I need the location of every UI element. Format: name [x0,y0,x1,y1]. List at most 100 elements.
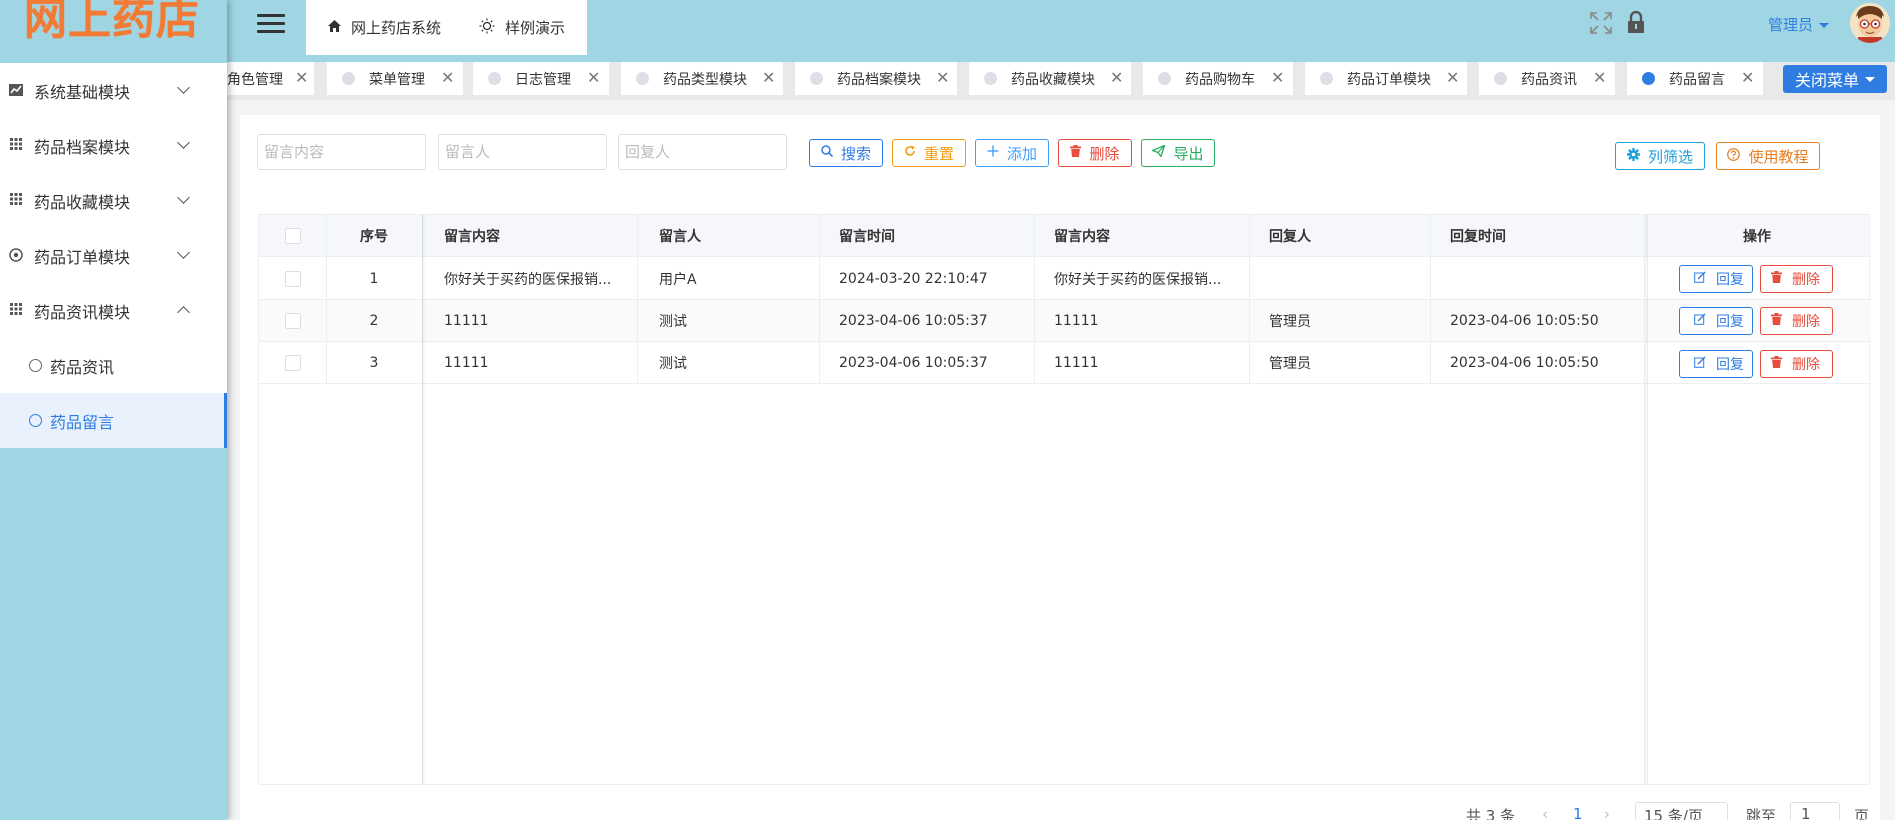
close-icon[interactable]: ✕ [587,68,600,87]
reply-button[interactable]: 回复 [1679,265,1753,293]
logo: 网上药店 [0,0,227,63]
delete-button[interactable]: 删除 [1058,139,1132,167]
sidebar-item-drug-news[interactable]: 药品资讯模块 [0,283,227,338]
fixed-column-shadow [422,215,426,784]
cell-message-time: 2023-04-06 10:05:37 [839,313,988,329]
trash-icon [1771,271,1782,287]
refresh-icon [904,145,916,161]
message-user-input[interactable] [438,134,607,170]
tab-drug-cart[interactable]: 药品购物车 ✕ [1143,62,1293,95]
sidebar-subitem-label: 药品资讯 [50,357,115,377]
sidebar-item-drug-favorites[interactable]: 药品收藏模块 [0,173,227,228]
row-checkbox-cell[interactable] [259,300,326,342]
column-filter-button[interactable]: 列筛选 [1615,142,1705,170]
header-reply-time: 回复时间 [1450,229,1506,245]
tab-log-management[interactable]: 日志管理 ✕ [473,62,609,95]
cell-reply-user [1269,258,1419,300]
edit-icon [1694,356,1706,372]
tab-drug-type[interactable]: 药品类型模块 ✕ [621,62,783,95]
lock-icon[interactable] [1627,10,1647,35]
tab-drug-favorites[interactable]: 药品收藏模块 ✕ [969,62,1131,95]
add-button[interactable]: 添加 [975,139,1049,167]
caret-down-icon [1819,22,1830,33]
reply-button-label: 回复 [1716,357,1744,373]
cell-message-time: 2024-03-20 22:10:47 [839,271,988,287]
reply-button[interactable]: 回复 [1679,350,1753,378]
sidebar-item-system[interactable]: 系统基础模块 [0,63,227,118]
page-size-select[interactable]: 15 条/页 ⌄ [1635,802,1728,820]
tutorial-button[interactable]: 使用教程 [1716,142,1820,170]
close-icon[interactable]: ✕ [762,68,775,87]
edit-icon [1694,271,1706,287]
top-nav-demo-label: 样例演示 [505,19,566,37]
close-icon[interactable]: ✕ [1110,68,1123,87]
tab-drug-archive[interactable]: 药品档案模块 ✕ [795,62,957,95]
sidebar-item-drug-archive[interactable]: 药品档案模块 [0,118,227,173]
tab-drug-news[interactable]: 药品资讯 ✕ [1479,62,1615,95]
close-menu-button[interactable]: 关闭菜单 [1783,65,1887,93]
divider [1034,215,1035,384]
hamburger-menu-icon[interactable] [257,14,285,36]
close-icon[interactable]: ✕ [1741,68,1754,87]
caret-down-icon [1865,76,1875,87]
tab-label: 药品购物车 [1185,71,1255,88]
export-button[interactable]: 导出 [1141,139,1215,167]
tab-role-management[interactable]: 角色管理 ✕ [227,62,314,95]
row-checkbox[interactable] [284,313,301,329]
divider [819,215,820,384]
close-icon[interactable]: ✕ [1446,68,1459,87]
select-all-checkbox[interactable] [284,228,301,244]
row-checkbox[interactable] [284,271,301,287]
close-icon[interactable]: ✕ [1593,68,1606,87]
row-checkbox-cell[interactable] [259,342,326,384]
row-delete-label: 删除 [1792,272,1820,288]
header-select-all[interactable] [259,215,326,257]
reply-button[interactable]: 回复 [1679,307,1753,335]
close-icon[interactable]: ✕ [936,68,949,87]
row-delete-button[interactable]: 删除 [1760,350,1833,378]
row-checkbox[interactable] [284,355,301,371]
sidebar-item-drug-orders[interactable]: 药品订单模块 [0,228,227,283]
message-content-input[interactable] [257,134,426,170]
tab-menu-management[interactable]: 菜单管理 ✕ [327,62,463,95]
row-checkbox-cell[interactable] [259,258,326,300]
tab-drug-messages[interactable]: 药品留言 ✕ [1627,62,1763,95]
fullscreen-icon[interactable] [1590,12,1612,34]
tab-label: 菜单管理 [369,71,425,88]
tab-label: 药品资讯 [1521,71,1577,88]
close-icon[interactable]: ✕ [295,68,308,87]
reply-button-label: 回复 [1716,272,1744,288]
reset-button-label: 重置 [923,144,954,163]
pager-current-page[interactable]: 1 [1573,805,1583,820]
sidebar-subitem-drug-messages[interactable]: 药品留言 [0,393,227,448]
circle-icon [29,414,42,427]
row-delete-button[interactable]: 删除 [1760,307,1833,335]
data-table: 序号 留言内容 留言人 留言时间 留言内容 回复人 回复时间 操作 1 你好关于… [258,214,1871,785]
top-nav-home[interactable]: 网上药店系统 [328,17,441,38]
sidebar: 网上药店 系统基础模块 药品档案模块 药品收藏模块 药品订单模块 药品资讯模块 … [0,0,227,820]
cell-reply-content: 11111 [1054,355,1099,371]
grid-icon [8,137,24,154]
close-icon[interactable]: ✕ [441,68,454,87]
sidebar-subitem-drug-news[interactable]: 药品资讯 [0,338,227,393]
tab-drug-orders[interactable]: 药品订单模块 ✕ [1305,62,1467,95]
top-nav-demo[interactable]: 样例演示 [479,17,565,38]
next-page-icon[interactable]: › [1604,805,1610,820]
cell-message-content: 你好关于买药的医保报销... [444,272,612,288]
close-icon[interactable]: ✕ [1271,68,1284,87]
sidebar-item-label: 药品档案模块 [34,137,131,157]
tab-label: 角色管理 [227,71,283,88]
pager-jump-input[interactable]: 1 [1790,802,1840,820]
delete-button-label: 删除 [1089,144,1120,163]
row-delete-button[interactable]: 删除 [1760,265,1833,293]
reset-button[interactable]: 重置 [892,139,966,167]
reply-user-input[interactable] [618,134,787,170]
add-button-label: 添加 [1006,144,1037,163]
avatar[interactable] [1850,3,1890,43]
prev-page-icon[interactable]: ‹ [1542,805,1548,820]
user-menu[interactable]: 管理员 [1768,14,1830,35]
tab-label: 药品留言 [1669,71,1725,88]
cell-reply-content: 你好关于买药的医保报销... [1054,272,1222,288]
search-button[interactable]: 搜索 [809,139,883,167]
cell-reply-time [1450,258,1630,300]
